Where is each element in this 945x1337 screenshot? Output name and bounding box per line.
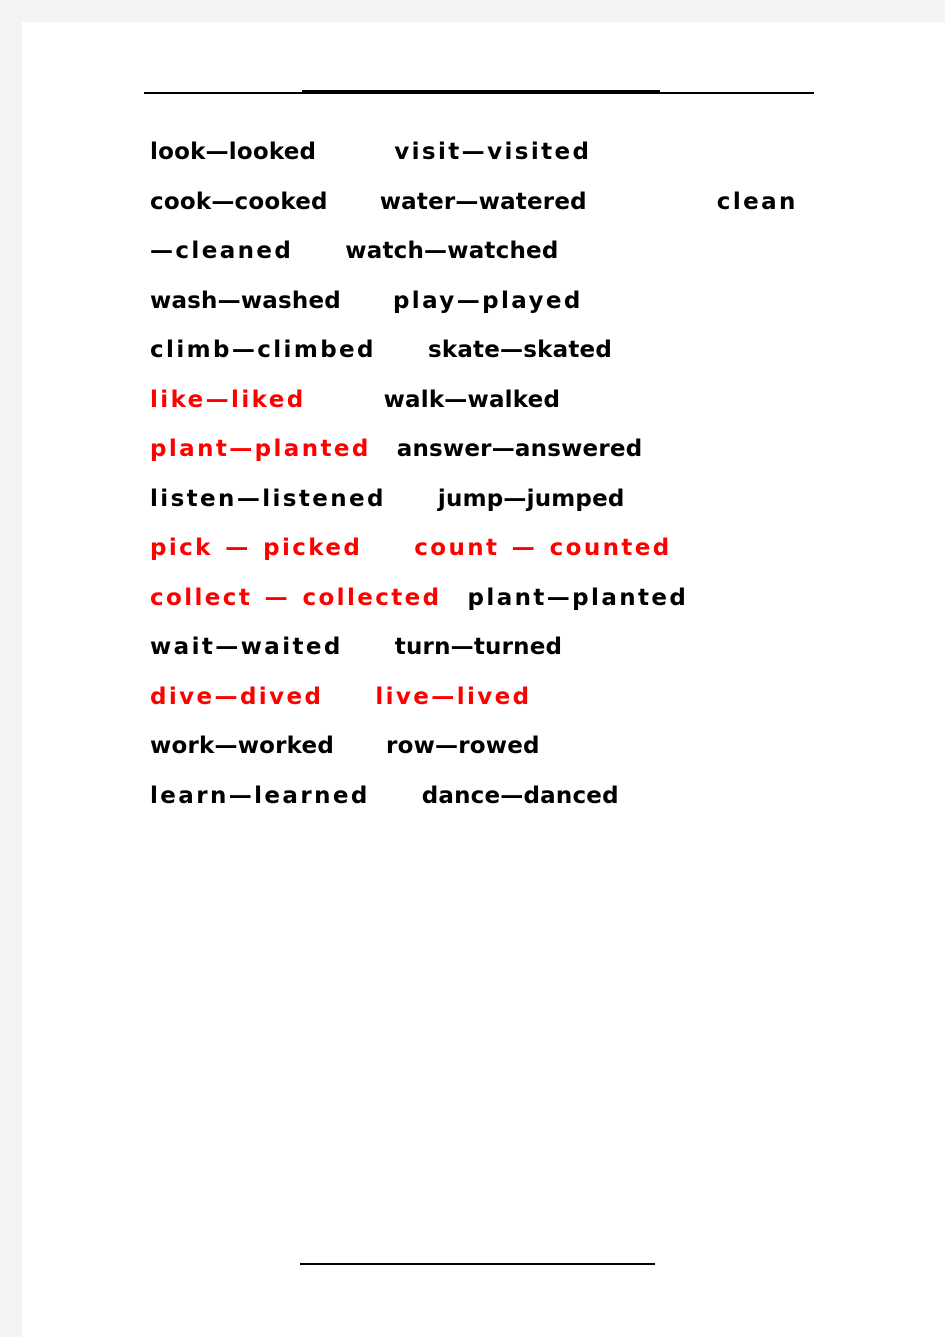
verb-pair-watch: watch—watched bbox=[345, 238, 559, 264]
document-page: look—looked visit—visited cook—cooked wate… bbox=[22, 22, 945, 1337]
verb-pair-water: water—watered bbox=[379, 188, 587, 215]
verb-pair-visit: visit—visited bbox=[394, 139, 592, 165]
verb-pair-climb: climb—climbed bbox=[150, 337, 376, 363]
verb-pair-listen: listen—listened bbox=[150, 485, 386, 512]
verb-pair-play: play—played bbox=[392, 287, 583, 314]
verb-pair-answer: answer—answered bbox=[396, 436, 643, 462]
verb-pair-learn: learn—learned bbox=[150, 782, 370, 809]
verb-pair-work: work—worked bbox=[150, 733, 335, 759]
verb-pair-pick: pick — picked bbox=[150, 535, 363, 561]
footer-rule bbox=[300, 1263, 655, 1265]
verb-pair-turn: turn—turned bbox=[394, 634, 563, 660]
verb-pair-like: like—liked bbox=[150, 386, 306, 413]
verb-pair-flow: look—looked visit—visited cook—cooked wate… bbox=[150, 128, 815, 821]
verb-pair-dive: dive—dived bbox=[150, 683, 324, 710]
verb-pair-cook: cook—cooked bbox=[150, 188, 328, 215]
verb-pair-live: live—lived bbox=[375, 683, 532, 710]
verb-list-content: look—looked visit—visited cook—cooked wate… bbox=[150, 128, 815, 821]
header-rule-thick bbox=[302, 90, 660, 94]
verb-pair-row: row—rowed bbox=[386, 733, 540, 759]
verb-pair-dance: dance—danced bbox=[421, 782, 619, 809]
verb-pair-skate: skate—skated bbox=[427, 337, 613, 363]
verb-pair-jump: jump—jumped bbox=[437, 485, 625, 512]
verb-pair-collect: collect — collected bbox=[150, 584, 442, 611]
verb-pair-wash: wash—washed bbox=[150, 287, 341, 314]
verb-pair-walk: walk—walked bbox=[383, 386, 561, 413]
verb-pair-look: look—looked bbox=[150, 139, 317, 165]
verb-pair-count: count — counted bbox=[414, 535, 672, 561]
header-rule-group bbox=[22, 22, 945, 102]
verb-pair-plant-black: plant—planted bbox=[467, 584, 689, 611]
verb-pair-wait: wait—waited bbox=[150, 634, 343, 660]
verb-pair-plant-red: plant—planted bbox=[150, 436, 371, 462]
